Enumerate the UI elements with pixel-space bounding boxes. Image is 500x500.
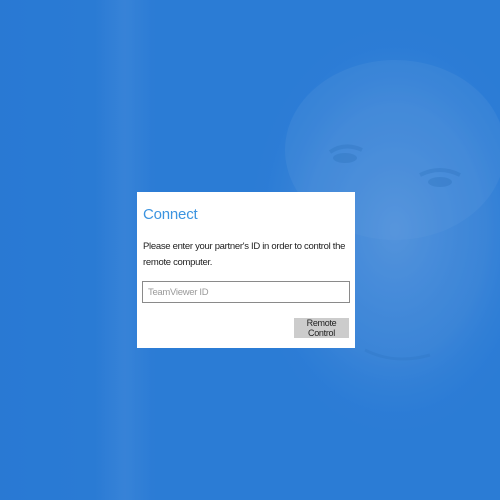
connect-dialog: Connect Please enter your partner's ID i…: [137, 192, 355, 348]
remote-control-button[interactable]: Remote Control: [294, 318, 349, 338]
dialog-message: Please enter your partner's ID in order …: [143, 241, 346, 268]
dialog-title: Connect: [143, 206, 198, 223]
teamviewer-id-input[interactable]: [142, 281, 350, 303]
